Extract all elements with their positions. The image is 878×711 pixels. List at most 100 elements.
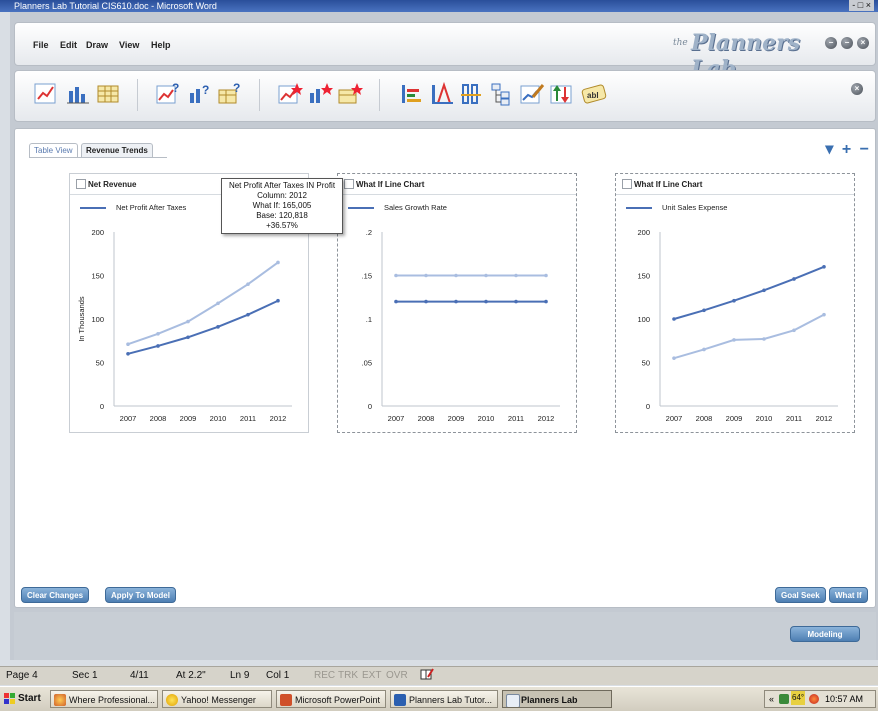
data-point[interactable] [156,344,160,348]
status-trk[interactable]: TRK [338,670,358,681]
line-chart-question-icon[interactable]: ? [155,81,181,107]
data-point[interactable] [484,273,488,278]
minimize-button[interactable]: − [825,37,837,49]
restore-button[interactable]: − [841,37,853,49]
data-point[interactable] [276,260,280,265]
menu-edit[interactable]: Edit [60,40,77,50]
table-icon[interactable] [95,81,121,107]
data-point[interactable] [544,299,548,304]
data-point[interactable] [792,328,796,333]
data-point[interactable] [126,352,130,356]
data-point[interactable] [672,356,676,360]
data-point[interactable] [424,273,428,278]
status-ext[interactable]: EXT [362,670,381,681]
word-window-controls[interactable]: - □ × [849,0,874,11]
data-point[interactable] [454,299,458,304]
menu-view[interactable]: View [119,40,139,50]
data-point[interactable] [514,299,518,304]
data-point[interactable] [394,299,398,304]
clear-changes-button[interactable]: Clear Changes [21,587,90,603]
toolbar-close-icon[interactable]: × [851,83,863,95]
data-point[interactable] [216,325,220,329]
tab-table-view[interactable]: Table View [29,143,78,158]
tray-expand-icon[interactable]: « [769,691,774,708]
series-line[interactable] [673,265,825,320]
data-point[interactable] [822,265,826,269]
data-point[interactable] [126,342,130,347]
data-point[interactable] [246,312,250,317]
apply-to-model-button[interactable]: Apply To Model [105,587,176,603]
data-point[interactable] [732,298,736,303]
panel-checkbox[interactable] [622,179,632,189]
alert-icon[interactable] [809,694,819,704]
status-rec[interactable]: REC [314,670,335,681]
series-line[interactable] [127,299,279,355]
data-point[interactable] [792,277,796,281]
clock: 10:57 AM [825,694,864,704]
bar-chart-icon[interactable] [65,81,91,107]
panel-checkbox[interactable] [344,179,354,189]
menu-file[interactable]: File [33,40,49,50]
start-button[interactable]: Start [2,690,44,708]
data-point[interactable] [822,312,826,317]
data-point[interactable] [186,319,190,324]
close-app-button[interactable]: × [857,37,869,49]
taskbar-item-browser[interactable]: Where Professional... [50,690,158,708]
data-point[interactable] [276,298,280,303]
data-point[interactable] [424,299,428,304]
what-if-button[interactable]: What If [829,587,868,603]
text-label-icon[interactable]: abl [581,81,607,107]
tab-revenue-trends[interactable]: Revenue Trends [81,143,153,158]
data-point[interactable] [216,301,220,306]
data-point[interactable] [762,288,766,293]
tooltip-change: +36.57% [266,221,298,230]
x-tick-label: 2009 [180,414,197,423]
chart-panel-unit-sales[interactable]: What If Line Chart Unit Sales Expense 0 5… [615,173,855,433]
spellcheck-book-icon[interactable] [420,668,434,680]
line-chart-icon[interactable] [33,81,59,107]
line-chart-star-icon[interactable] [277,81,303,107]
taskbar-item-powerpoint[interactable]: Microsoft PowerPoint [276,690,386,708]
menu-draw[interactable]: Draw [86,40,108,50]
data-point[interactable] [544,273,548,278]
table-question-icon[interactable]: ? [217,81,243,107]
network-icon[interactable] [779,694,789,704]
bar-chart-star-icon[interactable] [307,81,333,107]
status-ovr[interactable]: OVR [386,670,408,681]
x-tick-label: 2007 [120,414,137,423]
modeling-button[interactable]: Modeling [790,626,860,642]
edit-chart-icon[interactable] [519,81,545,107]
data-point[interactable] [186,335,190,340]
workspace-controls[interactable]: ▾ + − [825,139,871,159]
data-point[interactable] [394,273,398,278]
data-point[interactable] [672,317,676,321]
tree-icon[interactable] [489,81,515,107]
bar-sort-icon[interactable] [399,81,425,107]
system-tray: « 64° 10:57 AM [764,690,876,708]
up-down-icon[interactable] [549,81,575,107]
column-split-icon[interactable] [459,81,485,107]
data-point[interactable] [246,282,250,286]
taskbar-item-yahoo[interactable]: Yahoo! Messenger [162,690,272,708]
series-line[interactable] [673,313,825,360]
menu-help[interactable]: Help [151,40,171,50]
taskbar-item-planners-lab[interactable]: Planners Lab [502,690,612,708]
table-star-icon[interactable] [337,81,363,107]
panel-checkbox[interactable] [76,179,86,189]
data-point[interactable] [732,338,736,342]
data-point[interactable] [762,337,766,341]
data-point[interactable] [156,331,160,336]
windows-taskbar: Start Where Professional... Yahoo! Messe… [0,686,878,711]
range-icon[interactable] [429,81,455,107]
bar-chart-question-icon[interactable]: ? [187,81,213,107]
taskbar-item-word[interactable]: Planners Lab Tutor... [390,690,498,708]
data-point[interactable] [514,273,518,278]
data-point[interactable] [484,299,488,304]
data-point[interactable] [702,308,706,313]
data-point[interactable] [702,347,706,352]
weather-temperature[interactable]: 64° [791,691,806,705]
y-tick-label: 100 [637,315,650,324]
chart-panel-sales-growth[interactable]: What If Line Chart Sales Growth Rate 0 .0… [337,173,577,433]
data-point[interactable] [454,273,458,278]
goal-seek-button[interactable]: Goal Seek [775,587,826,603]
